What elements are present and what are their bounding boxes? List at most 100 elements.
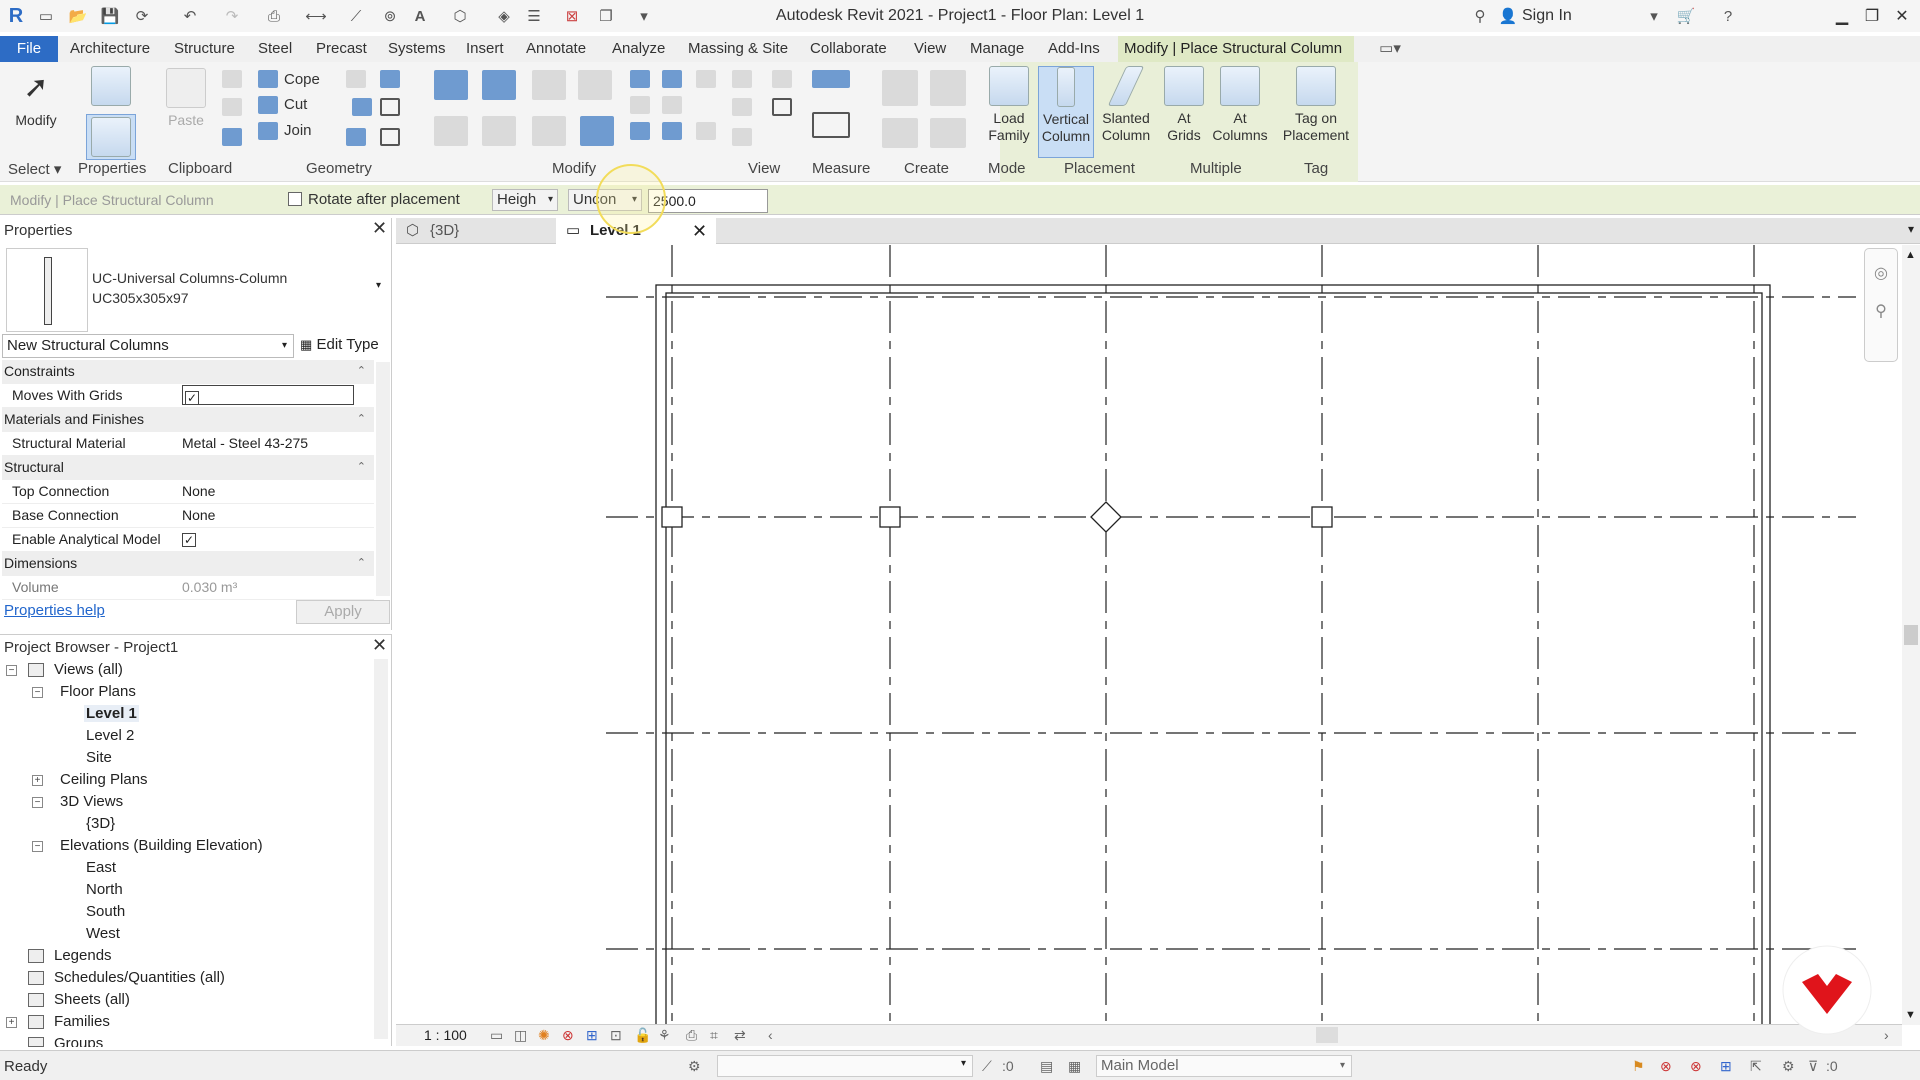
- type-selector[interactable]: UC-Universal Columns-Column UC305x305x97: [92, 268, 287, 308]
- open-icon[interactable]: 📂: [68, 6, 88, 26]
- tree-legends[interactable]: Legends: [54, 947, 112, 964]
- override-graphics-icon[interactable]: [772, 70, 792, 88]
- trim-extend-icon[interactable]: [580, 116, 614, 146]
- minimize-button[interactable]: ▁: [1828, 4, 1856, 28]
- apply-button[interactable]: Apply: [296, 600, 390, 624]
- aligned-measure-icon[interactable]: [812, 112, 850, 138]
- highlight-displacement-icon[interactable]: ⇄: [734, 1027, 746, 1044]
- wall-joins-icon[interactable]: [380, 70, 400, 88]
- modify-button[interactable]: ➚ Modify: [8, 68, 64, 129]
- demolish-icon[interactable]: [352, 98, 372, 116]
- tag-icon[interactable]: ⊚: [380, 6, 400, 26]
- hide-element-icon[interactable]: [732, 70, 752, 88]
- expand-families-icon[interactable]: +: [6, 1017, 17, 1028]
- zoom-icon[interactable]: ⚲: [1865, 301, 1897, 321]
- mirror-axis-icon[interactable]: [532, 70, 566, 100]
- tab-menu-icon[interactable]: ▾: [1908, 222, 1914, 236]
- create-assembly-icon[interactable]: [882, 70, 918, 106]
- tree-families[interactable]: Families: [54, 1013, 110, 1030]
- tab-analyze[interactable]: Analyze: [606, 36, 671, 62]
- tree-site[interactable]: Site: [86, 749, 112, 766]
- copy-clipboard-icon[interactable]: [222, 98, 242, 116]
- collapse-elevations-icon[interactable]: −: [32, 841, 43, 852]
- tree-east[interactable]: East: [86, 859, 116, 876]
- tree-north[interactable]: North: [86, 881, 123, 898]
- check-icon[interactable]: ✓: [185, 391, 199, 405]
- close-hidden-icon[interactable]: ⊠: [562, 6, 582, 26]
- enable-analytical-checkbox[interactable]: ✓: [182, 528, 196, 551]
- scroll-up-icon[interactable]: ▲: [1905, 249, 1916, 261]
- tab-annotate[interactable]: Annotate: [520, 36, 592, 62]
- tab-precast[interactable]: Precast: [310, 36, 373, 62]
- trim-single-icon[interactable]: [630, 122, 650, 140]
- tab-add-ins[interactable]: Add-Ins: [1042, 36, 1106, 62]
- revit-logo-icon[interactable]: R: [6, 5, 26, 27]
- temp-hide-icon[interactable]: ⚘: [658, 1027, 671, 1044]
- vertical-column-button[interactable]: Vertical Column: [1038, 66, 1094, 158]
- detail-level-icon[interactable]: ▭: [490, 1027, 503, 1044]
- at-columns-button[interactable]: At Columns: [1210, 66, 1270, 144]
- qat-customize-icon[interactable]: ▾: [634, 6, 654, 26]
- user-icon[interactable]: 👤: [1498, 6, 1518, 26]
- select-pinned-icon[interactable]: ⊗: [1690, 1058, 1702, 1075]
- align-icon[interactable]: [434, 70, 468, 100]
- close-tab-icon[interactable]: ✕: [692, 218, 707, 244]
- view-tab-3d[interactable]: ⬡ {3D}: [396, 218, 550, 244]
- select-underlay-icon[interactable]: ⊗: [1660, 1058, 1672, 1075]
- scroll-thumb[interactable]: [1904, 625, 1918, 645]
- tree-ceiling-plans[interactable]: Ceiling Plans: [60, 771, 148, 788]
- load-family-button[interactable]: Load Family: [984, 66, 1034, 144]
- array-icon[interactable]: [696, 70, 716, 88]
- section-icon[interactable]: ◈: [494, 6, 514, 26]
- select-by-face-icon[interactable]: ⊞: [1720, 1058, 1732, 1075]
- reveal-hidden-icon[interactable]: ⎙: [686, 1027, 697, 1044]
- lock-3d-icon[interactable]: 🔓: [634, 1027, 651, 1044]
- group-materials[interactable]: Materials and Finishes ⌃: [2, 408, 374, 432]
- collapse-views-icon[interactable]: −: [6, 665, 17, 676]
- prop-top-connection[interactable]: Top Connection None: [2, 480, 374, 504]
- properties-help-link[interactable]: Properties help: [4, 602, 105, 619]
- design-options-icon[interactable]: ▤: [1040, 1058, 1053, 1075]
- trim-multiple-icon[interactable]: [662, 122, 682, 140]
- hscroll-thumb[interactable]: [1316, 1027, 1338, 1043]
- switch-windows-icon[interactable]: ❐: [596, 6, 616, 26]
- thin-lines-icon[interactable]: ☰: [524, 6, 544, 26]
- tab-steel[interactable]: Steel: [252, 36, 298, 62]
- tree-schedules[interactable]: Schedules/Quantities (all): [54, 969, 225, 986]
- tree-floor-plans[interactable]: Floor Plans: [60, 683, 136, 700]
- cart-icon[interactable]: 🛒: [1676, 6, 1696, 26]
- height-value-input[interactable]: 2500.0: [648, 189, 768, 213]
- print-icon[interactable]: ⎙: [264, 6, 284, 26]
- beam-system-icon[interactable]: [346, 128, 366, 146]
- offset-icon[interactable]: [482, 70, 516, 100]
- paint-icon[interactable]: [380, 98, 400, 116]
- type-selector-chevron-icon[interactable]: ▾: [376, 280, 381, 291]
- steering-wheel-icon[interactable]: ◎: [1865, 263, 1897, 283]
- join-icon[interactable]: [258, 122, 278, 140]
- tree-groups[interactable]: Groups: [54, 1035, 103, 1047]
- aligned-dimension-icon[interactable]: ⟋: [346, 6, 366, 26]
- rotate-checkbox-box[interactable]: [288, 192, 302, 206]
- move-icon[interactable]: [434, 116, 468, 146]
- group-constraints[interactable]: Constraints ⌃: [2, 360, 374, 384]
- split-gap-icon[interactable]: [662, 70, 682, 88]
- shadows-icon[interactable]: ⊗: [562, 1027, 574, 1044]
- drag-elements-icon[interactable]: ⇱: [1750, 1058, 1762, 1075]
- tab-structure[interactable]: Structure: [168, 36, 241, 62]
- prop-structural-material[interactable]: Structural Material Metal - Steel 43-275: [2, 432, 374, 456]
- expand-ceiling-plans-icon[interactable]: +: [32, 775, 43, 786]
- tree-level-2[interactable]: Level 2: [86, 727, 134, 744]
- rotate-icon[interactable]: [532, 116, 566, 146]
- create-group-icon[interactable]: [882, 118, 918, 148]
- background-process-icon[interactable]: ⚙: [1782, 1058, 1795, 1075]
- panel-select[interactable]: Select ▾: [8, 160, 61, 178]
- group-structural[interactable]: Structural ⌃: [2, 456, 374, 480]
- edit-type-button[interactable]: ▦ Edit Type: [300, 336, 379, 353]
- slanted-column-button[interactable]: Slanted Column: [1098, 66, 1154, 144]
- tree-south[interactable]: South: [86, 903, 125, 920]
- height-mode-dropdown[interactable]: Heigh ▾: [492, 189, 558, 211]
- tab-architecture[interactable]: Architecture: [64, 36, 156, 62]
- measure-icon[interactable]: ⟷: [305, 6, 327, 26]
- redo-icon[interactable]: ↷: [222, 6, 242, 26]
- cope-button[interactable]: Cope: [284, 71, 320, 88]
